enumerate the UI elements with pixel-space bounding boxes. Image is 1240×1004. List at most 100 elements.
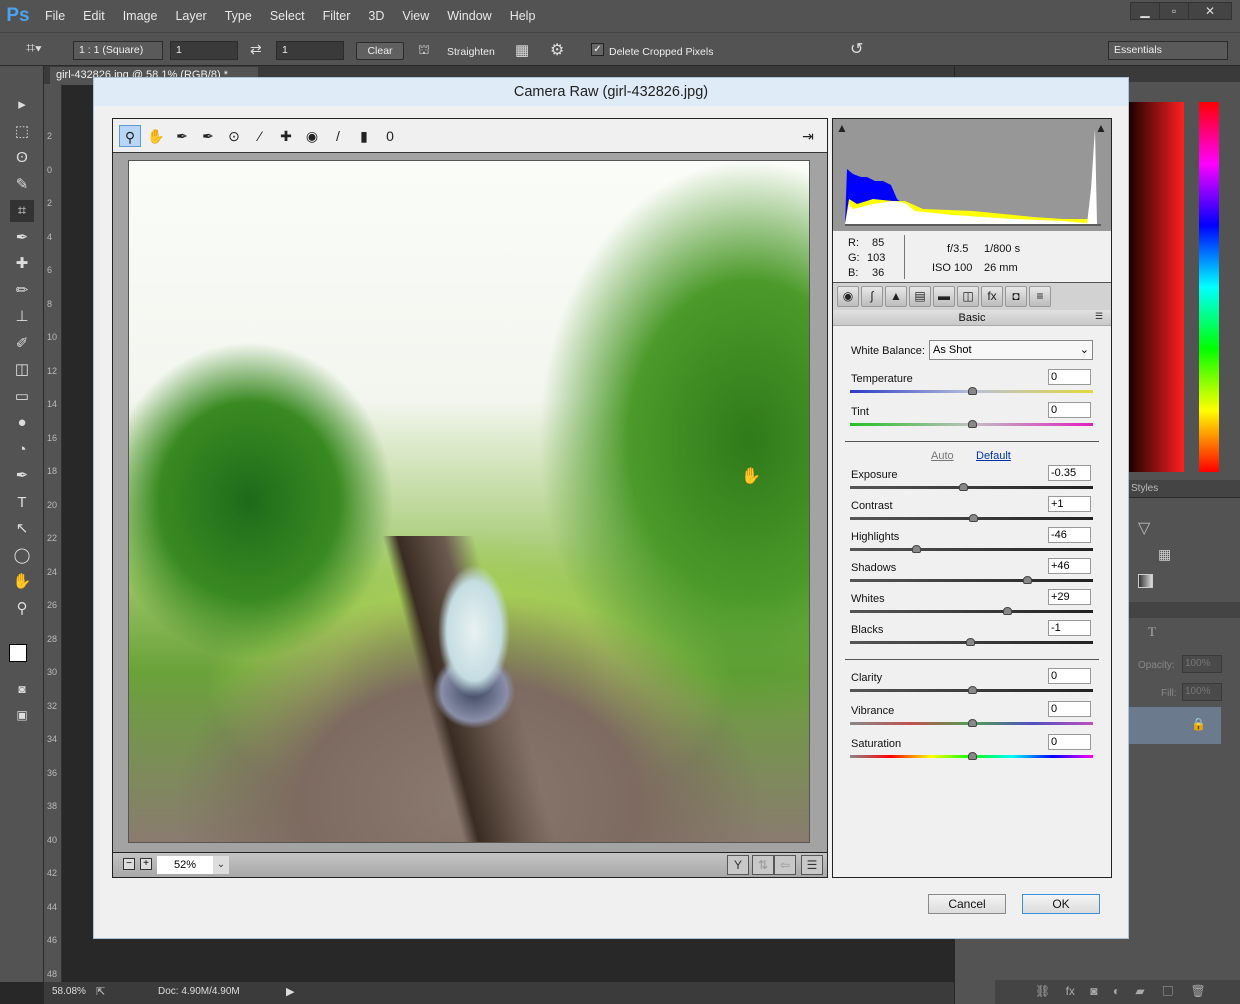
exposure-slider-thumb[interactable] xyxy=(958,483,968,491)
white-balance-tool-icon[interactable]: ✒ xyxy=(171,125,193,147)
straighten-icon[interactable]: ⛫ xyxy=(418,42,430,60)
menu-3d[interactable]: 3D xyxy=(359,9,393,23)
whites-slider[interactable] xyxy=(850,607,1093,615)
copy-settings-icon[interactable]: ⇦ xyxy=(774,855,796,875)
contrast-slider[interactable] xyxy=(850,514,1093,522)
gradient-tool-icon[interactable]: ▭ xyxy=(10,386,34,408)
type-tool-icon[interactable]: T xyxy=(10,492,34,514)
exposure-input[interactable]: -0.35 xyxy=(1048,465,1091,481)
type-filter-icon[interactable]: T xyxy=(1148,624,1156,640)
highlights-slider[interactable] xyxy=(850,545,1093,553)
preview-image[interactable]: ✋ xyxy=(128,160,810,843)
zoom-in-button[interactable]: + xyxy=(140,858,152,870)
height-input[interactable]: 1 xyxy=(276,41,344,60)
menu-image[interactable]: Image xyxy=(114,9,167,23)
red-eye-tool-icon[interactable]: ◉ xyxy=(301,125,323,147)
gradient-fill-icon[interactable] xyxy=(1138,574,1153,588)
foreground-color-swatch[interactable] xyxy=(9,644,27,662)
minimize-button[interactable]: ▁ xyxy=(1130,2,1160,20)
clear-button[interactable]: Clear xyxy=(356,42,404,60)
pen-tool-icon[interactable]: ✒ xyxy=(10,465,34,487)
ok-button[interactable]: OK xyxy=(1022,894,1100,914)
contrast-slider-thumb[interactable] xyxy=(968,514,978,522)
healing-tool-icon[interactable]: ✚ xyxy=(10,253,34,275)
menu-help[interactable]: Help xyxy=(501,9,545,23)
tab-detail-icon[interactable]: ▲ xyxy=(885,286,907,307)
menu-view[interactable]: View xyxy=(393,9,438,23)
gradient-map-icon[interactable]: ▽ xyxy=(1138,518,1150,538)
zoom-tool-icon[interactable]: ⚲ xyxy=(10,598,34,620)
shadows-slider[interactable] xyxy=(850,576,1093,584)
adjustment-brush-tool-icon[interactable]: / xyxy=(327,125,349,147)
whites-slider-thumb[interactable] xyxy=(1002,607,1012,615)
color-sampler-tool-icon[interactable]: ✒ xyxy=(197,125,219,147)
delete-cropped-checkbox[interactable]: ✓ xyxy=(591,43,604,56)
tab-hsl-icon[interactable]: ▤ xyxy=(909,286,931,307)
targeted-adjustment-tool-icon[interactable]: ⊙ xyxy=(223,125,245,147)
screen-mode-icon[interactable]: ▣ xyxy=(10,704,34,726)
blacks-input[interactable]: -1 xyxy=(1048,620,1091,636)
menu-file[interactable]: File xyxy=(36,9,74,23)
crop-tool-icon[interactable]: ⌗ xyxy=(10,200,34,222)
straighten-label[interactable]: Straighten xyxy=(447,46,495,58)
share-icon[interactable]: ⇱ xyxy=(96,985,105,998)
tab-presets-icon[interactable]: ≡ xyxy=(1029,286,1051,307)
layer-row[interactable]: 🔒 xyxy=(1129,707,1221,744)
menu-window[interactable]: Window xyxy=(438,9,500,23)
tint-input[interactable]: 0 xyxy=(1048,402,1091,418)
stamp-tool-icon[interactable]: ⊥ xyxy=(10,306,34,328)
eraser-tool-icon[interactable]: ◫ xyxy=(10,359,34,381)
zoom-field[interactable]: 52% xyxy=(157,856,213,874)
straighten-tool-icon[interactable]: ⁄ xyxy=(249,125,271,147)
shadows-input[interactable]: +46 xyxy=(1048,558,1091,574)
workspace-select[interactable]: Essentials xyxy=(1108,41,1228,60)
panel-menu-icon[interactable]: ☰ xyxy=(1095,311,1103,322)
blur-tool-icon[interactable]: ● xyxy=(10,412,34,434)
history-brush-tool-icon[interactable]: ✐ xyxy=(10,333,34,355)
saturation-input[interactable]: 0 xyxy=(1048,734,1091,750)
swap-settings-icon[interactable]: ⇅ xyxy=(752,855,774,875)
before-after-icon[interactable]: Y xyxy=(727,855,749,875)
vibrance-input[interactable]: 0 xyxy=(1048,701,1091,717)
highlights-slider-thumb[interactable] xyxy=(911,545,921,553)
lasso-tool-icon[interactable]: ʘ xyxy=(10,147,34,169)
tab-styles[interactable]: Styles xyxy=(1131,483,1158,494)
clarity-slider[interactable] xyxy=(850,686,1093,694)
color-field[interactable] xyxy=(1128,102,1184,472)
tab-camera-calibration-icon[interactable]: ◘ xyxy=(1005,286,1027,307)
move-tool-icon[interactable]: ▸ xyxy=(10,94,34,116)
menu-layer[interactable]: Layer xyxy=(166,9,215,23)
temperature-slider[interactable] xyxy=(850,387,1093,395)
spot-removal-tool-icon[interactable]: ✚ xyxy=(275,125,297,147)
temperature-slider-thumb[interactable] xyxy=(967,387,977,395)
saturation-slider-thumb[interactable] xyxy=(967,752,977,760)
hand-tool-icon[interactable]: ✋ xyxy=(145,125,167,147)
overlay-grid-icon[interactable]: ▦ xyxy=(515,41,529,59)
fill-field[interactable]: 100% xyxy=(1182,683,1222,701)
ellipse-tool-icon[interactable]: ◯ xyxy=(10,545,34,567)
layers-footer-icons[interactable]: ⛓ fx ◙ ◐ ▰ ◻ 🗑 xyxy=(995,980,1240,1004)
menu-select[interactable]: Select xyxy=(261,9,314,23)
clarity-input[interactable]: 0 xyxy=(1048,668,1091,684)
eyedropper-tool-icon[interactable]: ✒ xyxy=(10,227,34,249)
status-menu-arrow-icon[interactable]: ▶ xyxy=(286,985,294,998)
blacks-slider-thumb[interactable] xyxy=(966,638,976,646)
tab-basic-icon[interactable]: ◉ xyxy=(837,286,859,307)
hue-slider[interactable] xyxy=(1199,102,1219,472)
graduated-filter-tool-icon[interactable]: ▮ xyxy=(353,125,375,147)
shadow-clipping-warning-icon[interactable]: ▲ xyxy=(836,121,848,135)
width-input[interactable]: 1 xyxy=(170,41,238,60)
white-balance-select[interactable]: As Shot ⌄ xyxy=(929,340,1093,360)
dodge-tool-icon[interactable]: ◔ xyxy=(10,439,34,461)
whites-input[interactable]: +29 xyxy=(1048,589,1091,605)
crop-tool-icon[interactable]: ⌗▾ xyxy=(26,40,42,58)
tab-split-toning-icon[interactable]: ▬ xyxy=(933,286,955,307)
preview-settings-icon[interactable]: ☰ xyxy=(801,855,823,875)
saturation-slider[interactable] xyxy=(850,752,1093,760)
color-lookup-icon[interactable]: ▦ xyxy=(1158,546,1171,563)
restore-button[interactable]: ▫ xyxy=(1159,2,1189,20)
radial-filter-tool-icon[interactable]: 0 xyxy=(379,125,401,147)
contrast-input[interactable]: +1 xyxy=(1048,496,1091,512)
close-button[interactable]: ✕ xyxy=(1188,2,1232,20)
default-link[interactable]: Default xyxy=(976,450,1011,462)
